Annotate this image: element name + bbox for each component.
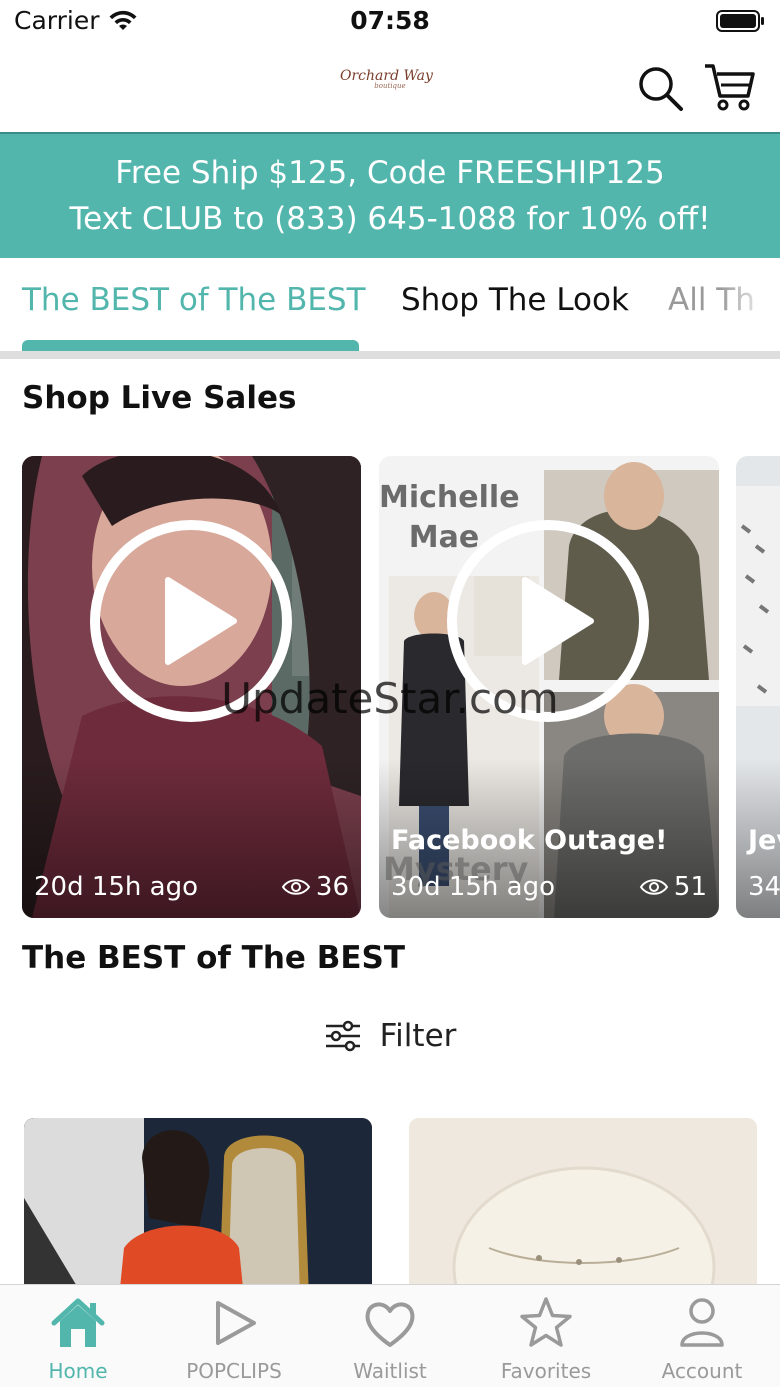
tabbar-account[interactable]: Account	[624, 1285, 780, 1387]
tabbar-home[interactable]: Home	[0, 1285, 156, 1387]
overlay-name-line-1: Michelle	[379, 480, 520, 515]
live-sale-meta: 30d 15h ago 51	[391, 872, 707, 902]
tab-best-of-the-best[interactable]: The BEST of The BEST	[22, 282, 366, 318]
cart-icon[interactable]	[702, 60, 756, 114]
tabbar-popclips[interactable]: POPCLIPS	[156, 1285, 312, 1387]
app-header: Orchard Way boutique	[0, 44, 780, 134]
tabbar-label: POPCLIPS	[186, 1359, 282, 1383]
status-bar: Carrier 07:58	[0, 0, 780, 44]
promo-banner[interactable]: Free Ship $125, Code FREESHIP125 Text CL…	[0, 134, 780, 258]
tab-shop-the-look[interactable]: Shop The Look	[401, 282, 629, 318]
tabbar-waitlist[interactable]: Waitlist	[312, 1285, 468, 1387]
live-sale-title: Jev	[748, 825, 780, 856]
live-sales-heading: Shop Live Sales	[22, 380, 297, 416]
product-image	[24, 1118, 372, 1298]
home-icon	[51, 1298, 105, 1347]
live-sale-meta: 20d 15h ago 36	[34, 872, 349, 902]
best-section-heading: The BEST of The BEST	[22, 940, 405, 976]
promo-line-1: Free Ship $125, Code FREESHIP125	[115, 155, 665, 191]
live-sale-title: Facebook Outage!	[391, 825, 668, 856]
filter-button[interactable]: Filter	[0, 1018, 780, 1054]
category-tabs: The BEST of The BEST Shop The Look All T…	[0, 258, 780, 358]
tabbar-label: Waitlist	[353, 1359, 427, 1383]
filter-sliders-icon	[325, 1020, 360, 1052]
tabs-divider	[0, 351, 780, 359]
live-sale-ago: 30d 15h ago	[391, 872, 556, 902]
eye-icon	[281, 879, 311, 895]
heart-icon	[365, 1302, 415, 1347]
play-icon	[216, 1301, 256, 1345]
views-count: 36	[315, 872, 349, 902]
tabbar-label: Account	[661, 1359, 743, 1383]
live-sale-ago: 20d 15h ago	[34, 872, 199, 902]
brand-logo[interactable]: Orchard Way boutique	[340, 68, 440, 102]
product-card[interactable]	[409, 1118, 757, 1298]
views-count: 51	[673, 872, 707, 902]
live-sale-ago: 34	[748, 872, 780, 902]
filter-label: Filter	[379, 1018, 457, 1054]
tabbar-favorites[interactable]: Favorites	[468, 1285, 624, 1387]
tabbar-label: Favorites	[500, 1359, 592, 1383]
search-icon[interactable]	[636, 64, 684, 112]
bottom-tab-bar: Home POPCLIPS Waitlist Favorites Account	[0, 1284, 780, 1387]
promo-line-2: Text CLUB to (833) 645-1088 for 10% off!	[69, 201, 711, 237]
product-image	[409, 1118, 757, 1298]
live-sale-views: 36	[281, 872, 349, 902]
product-card[interactable]	[24, 1118, 372, 1298]
eye-icon	[639, 879, 669, 895]
clock: 07:58	[350, 6, 430, 35]
tabs-fade	[720, 258, 780, 350]
live-sale-views: 51	[639, 872, 707, 902]
person-icon	[680, 1298, 724, 1347]
star-icon	[520, 1297, 572, 1347]
watermark: UpdateStar.com	[221, 674, 559, 723]
battery-icon	[716, 10, 764, 32]
tabbar-label: Home	[48, 1359, 108, 1383]
